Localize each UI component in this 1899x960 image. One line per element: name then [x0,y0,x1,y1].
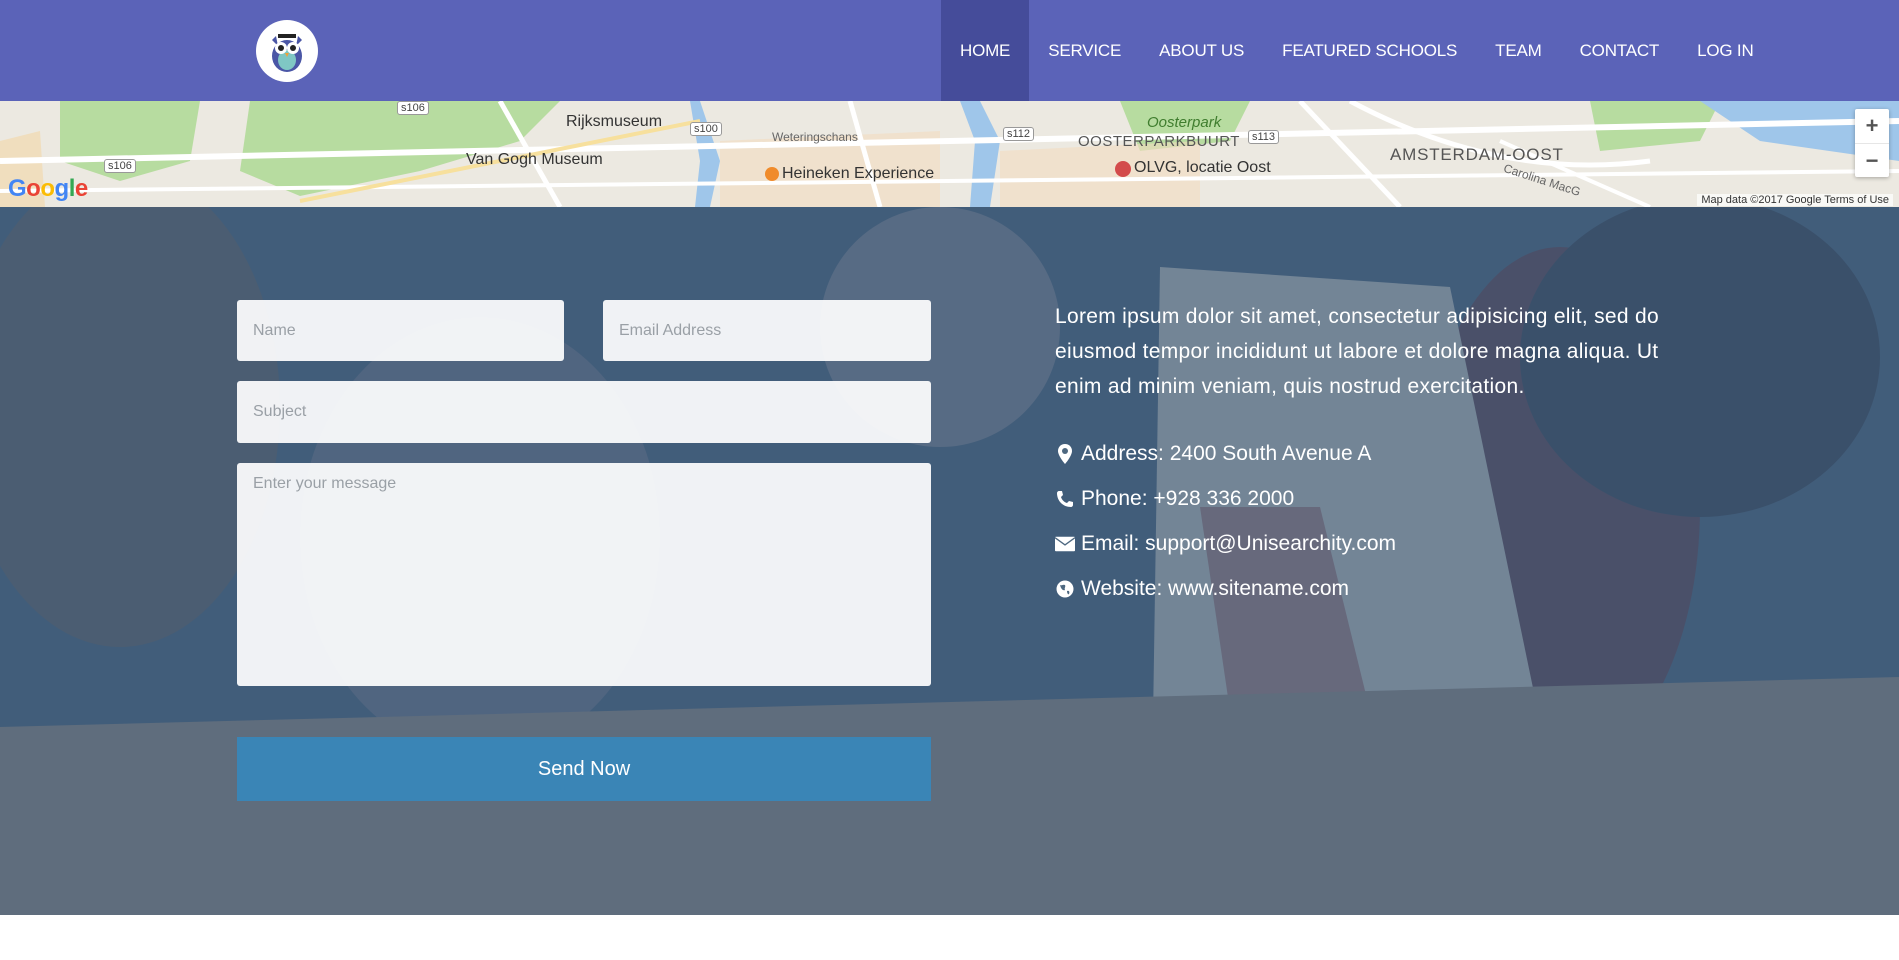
contact-phone: Phone: +928 336 2000 [1055,487,1294,511]
map-zoom-control: + − [1855,109,1889,177]
zoom-in-button[interactable]: + [1855,109,1889,143]
nav-team[interactable]: TEAM [1476,0,1560,101]
send-now-button[interactable]: Send Now [237,737,931,801]
phone-text: Phone: +928 336 2000 [1081,487,1295,510]
website-text[interactable]: Website: www.sitename.com [1081,577,1349,601]
map-road-shield: s112 [1003,127,1035,141]
map-label-rijksmuseum: Rijksmuseum [566,113,663,130]
map-road-shield: s113 [1248,130,1280,144]
map-label-heineken: Heineken Experience [782,165,935,182]
heineken-marker-icon[interactable] [765,167,779,181]
contact-section: Send Now Lorem ipsum dolor sit amet, con… [0,207,1899,915]
map-marker-icon [1055,444,1075,464]
map-road-shield: s106 [104,159,136,173]
nav-contact[interactable]: CONTACT [1561,0,1679,101]
nav-service[interactable]: SERVICE [1029,0,1140,101]
zoom-out-button[interactable]: − [1855,143,1889,177]
navbar: HOME SERVICE ABOUT US FEATURED SCHOOLS T… [0,0,1899,101]
hospital-marker-icon[interactable] [1115,161,1131,177]
address-text: Address: 2400 South Avenue A [1081,442,1372,465]
contact-description: Lorem ipsum dolor sit amet, consectetur … [1055,305,1659,398]
name-input[interactable] [237,300,564,361]
map-label-oosterparkbuurt: OOSTERPARKBUURT [1078,133,1240,150]
map-label-olvg: OLVG, locatie Oost [1134,159,1271,176]
main-nav: HOME SERVICE ABOUT US FEATURED SCHOOLS T… [941,0,1773,101]
google-logo: Google [8,175,88,202]
map-tiles [0,101,1899,207]
owl-logo-icon[interactable] [256,20,318,82]
google-map[interactable]: Rijksmuseum Van Gogh Museum Heineken Exp… [0,101,1899,207]
map-label-weteringschans: Weteringschans [772,130,858,144]
map-label-amsterdam-oost: AMSTERDAM-OOST [1390,145,1564,164]
subject-input[interactable] [237,381,931,443]
globe-icon [1055,579,1075,599]
nav-log-in[interactable]: LOG IN [1678,0,1772,101]
email-text[interactable]: Email: support@Unisearchity.com [1081,532,1396,556]
map-road-shield: s106 [397,101,429,115]
nav-home[interactable]: HOME [941,0,1030,101]
nav-about-us[interactable]: ABOUT US [1140,0,1263,101]
email-input[interactable] [603,300,931,361]
contact-website: Website: www.sitename.com [1055,577,1349,601]
message-textarea[interactable] [237,463,931,686]
contact-email: Email: support@Unisearchity.com [1055,532,1396,556]
nav-featured-schools[interactable]: FEATURED SCHOOLS [1263,0,1476,101]
contact-address: Address: 2400 South Avenue A [1055,442,1371,466]
map-road-shield: s100 [690,122,722,136]
envelope-icon [1055,534,1075,554]
phone-icon [1055,489,1075,509]
map-label-oosterpark: Oosterpark [1147,114,1222,131]
map-label-van-gogh: Van Gogh Museum [466,151,603,168]
map-attribution[interactable]: Map data ©2017 Google Terms of Use [1697,194,1893,206]
